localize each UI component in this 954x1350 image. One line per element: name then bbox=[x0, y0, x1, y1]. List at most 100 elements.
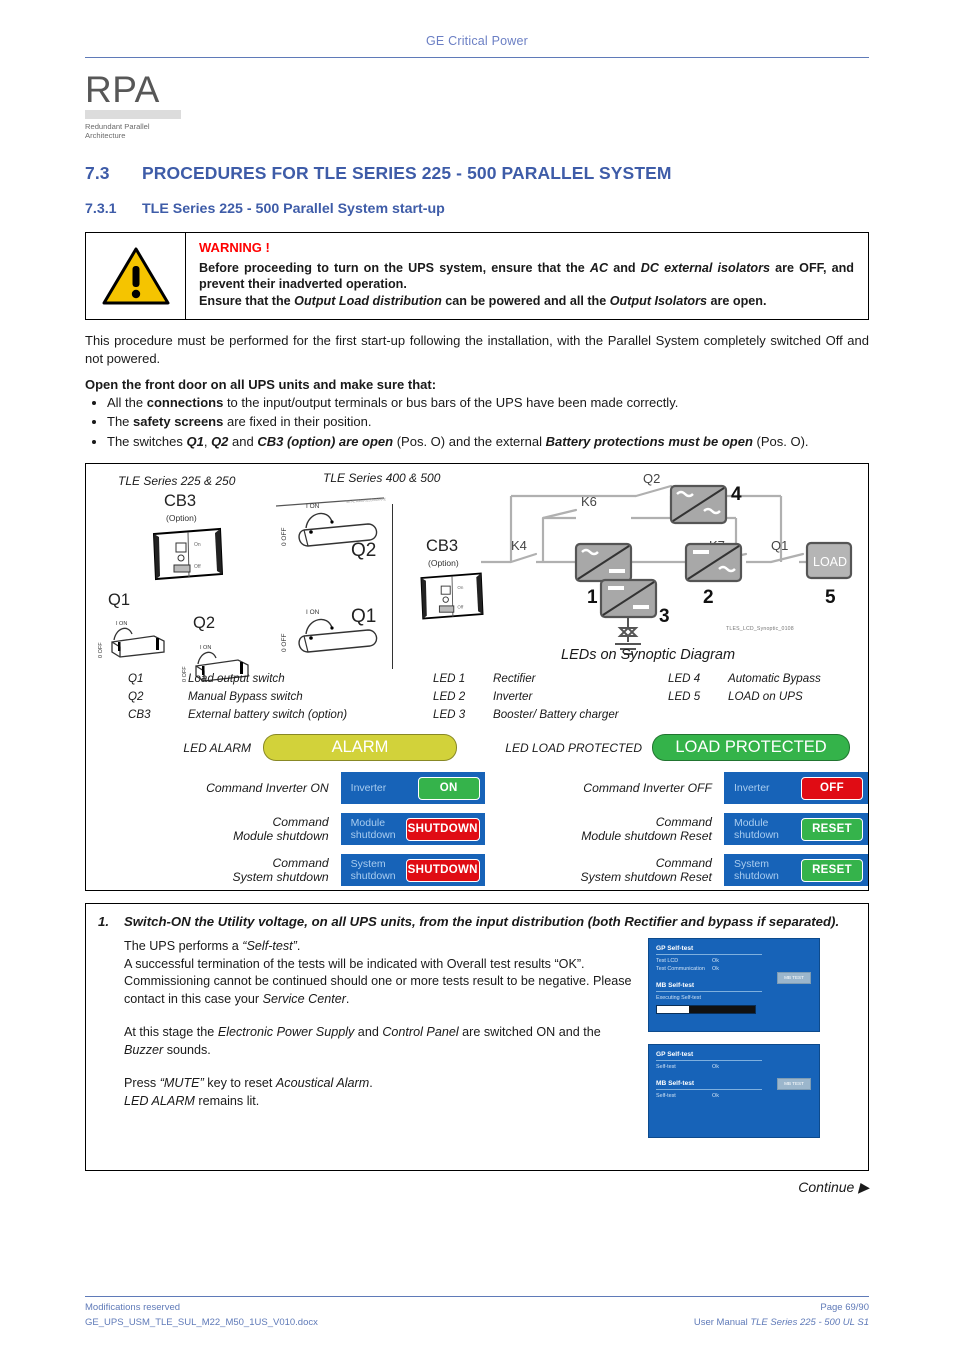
lcd-panel-module-shutdown[interactable]: Module shutdown SHUTDOWN bbox=[340, 813, 485, 846]
panel-text: System shutdown bbox=[733, 858, 779, 883]
page-footer: Modifications reserved Page 69/90 GE_UPS… bbox=[85, 1296, 869, 1328]
switch-label-q2-right: Q2 bbox=[351, 540, 377, 562]
step-paragraph-3: Commissioning cannot be continued should… bbox=[124, 973, 638, 1009]
lcd-panel-system-reset[interactable]: System shutdown RESET bbox=[723, 854, 868, 887]
svg-text:I ON: I ON bbox=[306, 503, 320, 510]
list-item: All the connections to the input/output … bbox=[107, 394, 869, 412]
continue-label: Continue bbox=[798, 1179, 855, 1196]
legend-value: External battery switch (option) bbox=[188, 708, 348, 722]
bullet3-a: The switches bbox=[107, 433, 187, 449]
gp-selftest-title: GP Self-test bbox=[656, 1050, 694, 1058]
p4a: At this stage the bbox=[124, 1025, 218, 1040]
legend-value: Manual Bypass switch bbox=[188, 690, 303, 704]
section-title: PROCEDURES FOR TLE SERIES 225 - 500 PARA… bbox=[142, 162, 672, 183]
command-row-module-shutdown: Command Module shutdown Module shutdown … bbox=[86, 813, 868, 846]
legend-row: CB3 External battery switch (option) bbox=[128, 706, 433, 724]
lcd-panel-system-shutdown[interactable]: System shutdown SHUTDOWN bbox=[340, 854, 485, 887]
bullet1-c: to the input/output terminals or bus bar… bbox=[223, 394, 679, 410]
cb3-breaker-icon-left: On Off bbox=[152, 528, 224, 581]
legend-leds-a: LED 1 Rectifier LED 2 Inverter LED 3 Booste… bbox=[433, 670, 668, 724]
svg-text:5: 5 bbox=[825, 587, 836, 608]
continue-marker: Continue ▶ bbox=[85, 1179, 869, 1196]
legend-row: Q1 Load output switch bbox=[128, 670, 433, 688]
lcd-screenshot-selftest-running[interactable]: GP Self-test Test LCD Ok Test Communicat… bbox=[648, 937, 820, 1032]
command-row-inverter: Command Inverter ON Inverter ON Command … bbox=[86, 772, 868, 805]
p3b: . bbox=[345, 992, 350, 1007]
rpa-logo: RPA Redundant Parallel Architecture bbox=[85, 71, 181, 141]
mb-test-button[interactable]: MB TEST bbox=[777, 971, 811, 984]
legend-leds-b: LED 4 Automatic Bypass LED 5 LOAD on UPS bbox=[668, 670, 848, 724]
bullet3-cb3: CB3 (option) are open bbox=[257, 433, 394, 449]
mb-status: Executing Self-test bbox=[656, 995, 812, 1001]
manual-page: GE Critical Power RPA Redundant Parallel… bbox=[0, 0, 954, 1350]
legend-key: LED 1 bbox=[433, 672, 466, 686]
rpa-logo-bar bbox=[85, 110, 181, 120]
subsection-heading: 7.3.1 TLE Series 225 - 500 Parallel Syst… bbox=[85, 201, 869, 217]
progress-bar bbox=[656, 1004, 756, 1014]
on-button[interactable]: ON bbox=[417, 776, 480, 800]
warning-triangle-icon bbox=[102, 247, 169, 305]
row-name: Test Communication bbox=[656, 965, 705, 972]
svg-text:On: On bbox=[457, 585, 464, 590]
underline bbox=[656, 1059, 762, 1061]
p4i3: Buzzer bbox=[124, 1043, 164, 1058]
underline bbox=[656, 990, 762, 992]
lcd-panel-inverter-off[interactable]: Inverter OFF bbox=[723, 772, 868, 805]
svg-text:Off: Off bbox=[457, 605, 464, 610]
off-button[interactable]: OFF bbox=[801, 776, 863, 800]
diagram-caption-left: TLE Series 225 & 250 bbox=[118, 474, 236, 489]
screenshot-column: GP Self-test Test LCD Ok Test Communicat… bbox=[638, 937, 856, 1138]
label-line1: Command bbox=[272, 855, 329, 870]
lcd-panel-inverter-on[interactable]: Inverter ON bbox=[340, 772, 485, 805]
list-item: The switches Q1, Q2 and CB3 (option) are… bbox=[107, 433, 869, 451]
panel-text: Module shutdown bbox=[350, 817, 396, 842]
p1a: The UPS performs a bbox=[124, 938, 243, 953]
bullet2-c: are fixed in their position. bbox=[223, 414, 372, 430]
footer-modifications: Modifications reserved bbox=[85, 1302, 181, 1313]
contactor-label-q2: Q2 bbox=[643, 471, 660, 486]
switch-label-q1-left: Q1 bbox=[108, 591, 131, 610]
synoptic-block-3: 3 bbox=[599, 579, 670, 627]
synoptic-block-2: 2 bbox=[684, 543, 743, 608]
footer-manual-title: User Manual TLE Series 225 - 500 UL S1 bbox=[694, 1317, 869, 1328]
legend-switches: Q1 Load output switch Q2 Manual Bypass swi… bbox=[128, 670, 433, 724]
p4i2: Control Panel bbox=[382, 1025, 459, 1040]
legend-key: Q1 bbox=[128, 672, 144, 686]
p5i1: “MUTE” bbox=[159, 1075, 204, 1090]
legend-key: LED 4 bbox=[668, 672, 701, 686]
gp-selftest-title: GP Self-test bbox=[656, 944, 694, 952]
step-number: 1. bbox=[98, 914, 109, 930]
bullet2-a: The bbox=[107, 414, 134, 430]
bullet3-m1: , bbox=[203, 433, 212, 449]
svg-text:LOAD: LOAD bbox=[813, 555, 847, 569]
command-label-module-shutdown: Command Module shutdown bbox=[86, 815, 329, 844]
cb3-breaker-icon-right: On Off bbox=[420, 572, 484, 620]
synoptic-code: TLES_LCD_Synoptic_0108 bbox=[726, 626, 794, 633]
footer-row-bottom: GE_UPS_USM_TLE_SUL_M22_M50_1US_V010.docx… bbox=[85, 1317, 869, 1328]
header-title: GE Critical Power bbox=[425, 34, 529, 48]
shutdown-button[interactable]: SHUTDOWN bbox=[405, 858, 480, 882]
mb-test-button[interactable]: MB TEST bbox=[777, 1077, 811, 1090]
reset-button[interactable]: RESET bbox=[801, 817, 863, 841]
lcd-row: Test LCD Ok bbox=[656, 958, 812, 964]
diagram-caption-right: TLE Series 400 & 500 bbox=[323, 471, 441, 486]
row-name: Self-test bbox=[656, 1063, 676, 1070]
p1i: “Self-test” bbox=[242, 938, 297, 953]
warning-body: WARNING ! Before proceeding to turn on t… bbox=[186, 233, 868, 320]
lcd-screenshot-selftest-ok[interactable]: GP Self-test Self-test Ok MB Self-test S… bbox=[648, 1043, 820, 1138]
shutdown-button[interactable]: SHUTDOWN bbox=[405, 817, 480, 841]
legend-key: Q2 bbox=[128, 690, 144, 704]
p1b: . bbox=[296, 938, 301, 953]
step-text-column: The UPS performs a “Self-test”. A succes… bbox=[98, 938, 638, 1138]
legend-row: Q2 Manual Bypass switch bbox=[128, 688, 433, 706]
lcd-panel-module-reset[interactable]: Module shutdown RESET bbox=[723, 813, 868, 846]
reset-button[interactable]: RESET bbox=[801, 858, 863, 882]
svg-text:Off: Off bbox=[194, 564, 201, 570]
step-paragraph-1: The UPS performs a “Self-test”. bbox=[124, 938, 638, 956]
step-box: 1. Switch-ON the Utility voltage, on all… bbox=[85, 903, 869, 1172]
row-name: Test LCD bbox=[656, 957, 679, 964]
diagram-box: TLE Series 225 & 250 TLE Series 400 & 50… bbox=[85, 463, 869, 892]
bullet3-c: (Pos. O). bbox=[752, 433, 809, 449]
p5a: Press bbox=[124, 1075, 160, 1090]
contactor-label-k6: K6 bbox=[581, 494, 597, 509]
